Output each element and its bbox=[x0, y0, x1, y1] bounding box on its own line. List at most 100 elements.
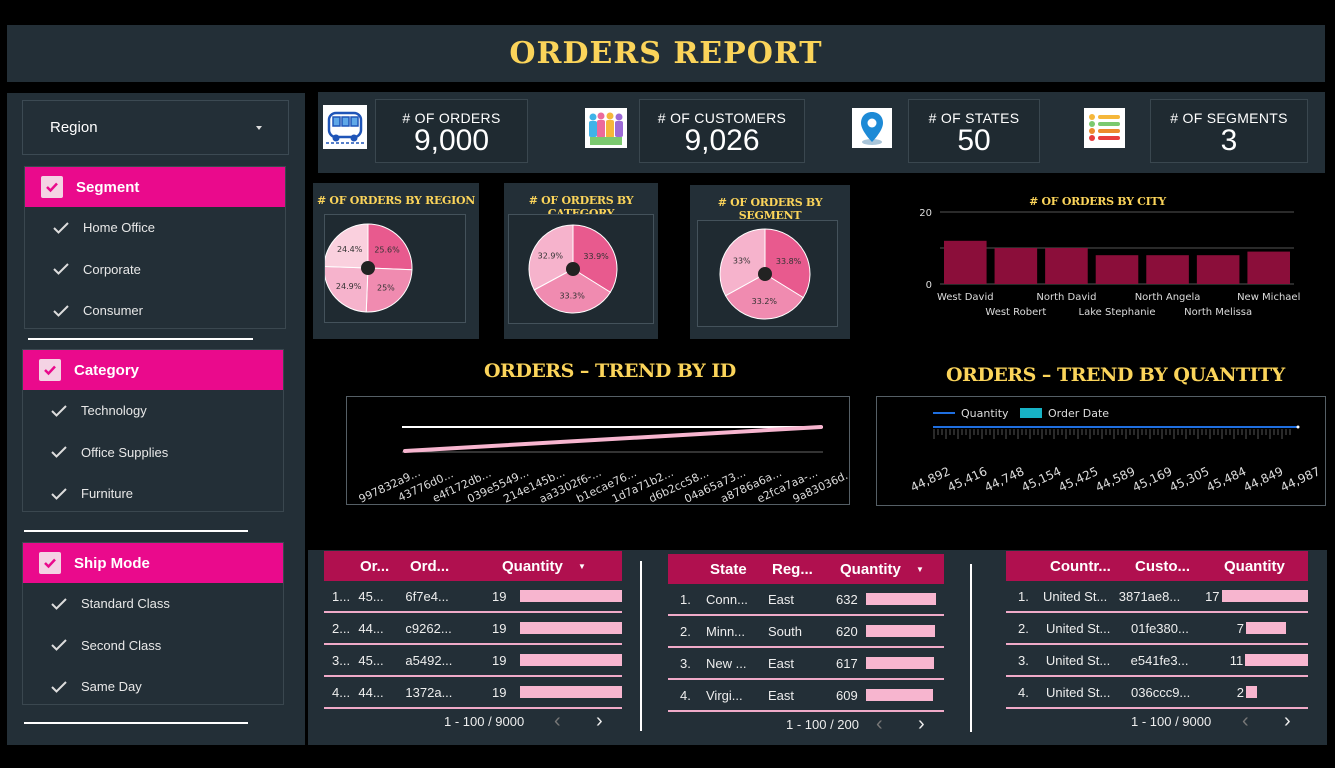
quantity-value: 19 bbox=[492, 684, 507, 700]
pie-center-dot bbox=[566, 262, 580, 276]
y-tick-label: 20 bbox=[919, 208, 932, 219]
filter-option-furniture[interactable]: Furniture bbox=[23, 473, 283, 515]
chevron-left-icon[interactable]: ‹ bbox=[1242, 710, 1249, 733]
table-header: Or... Ord... Quantity ▼ bbox=[324, 551, 622, 581]
column-header[interactable]: Quantity bbox=[1224, 558, 1304, 575]
filter-option-corporate[interactable]: Corporate bbox=[25, 249, 285, 291]
quantity-bar bbox=[866, 625, 935, 637]
trend-quantity-svg: Quantity Order Date44,89245,41644,74845,1… bbox=[908, 407, 1322, 495]
column-header[interactable]: Countr... bbox=[1050, 558, 1135, 575]
table-row[interactable]: 4. United St... 036ccc9... 2 bbox=[1006, 677, 1308, 709]
table-row[interactable]: 1... 45... 6f7e4... 19 bbox=[324, 581, 623, 613]
column-header[interactable]: Reg... bbox=[772, 561, 840, 578]
pagination-label: 1 - 100 / 9000 bbox=[1131, 714, 1212, 729]
pie-card-category: # OF ORDERS BY CATEGORY 33.9%33.3%32.9% bbox=[504, 183, 658, 339]
quantity-bar bbox=[866, 689, 933, 701]
column-header[interactable]: Or... bbox=[360, 558, 410, 575]
pie-slice-label: 33.9% bbox=[583, 252, 609, 261]
sort-desc-icon[interactable]: ▼ bbox=[916, 565, 924, 574]
filter-option-standard-class[interactable]: Standard Class bbox=[23, 583, 283, 625]
table-cell: South bbox=[768, 623, 802, 639]
region-dropdown-label: Region bbox=[50, 119, 98, 136]
column-header[interactable]: Ord... bbox=[410, 558, 502, 575]
table-row[interactable]: 2. United St... 01fe380... 7 bbox=[1006, 613, 1308, 645]
checkbox-icon[interactable] bbox=[39, 359, 61, 381]
filter-option-home-office[interactable]: Home Office bbox=[25, 207, 285, 249]
chevron-left-icon[interactable]: ‹ bbox=[554, 710, 561, 733]
pagination-label: 1 - 100 / 200 bbox=[786, 717, 859, 732]
column-header[interactable]: Quantity bbox=[840, 561, 916, 578]
kpi-segments: # OF SEGMENTS 3 bbox=[1150, 99, 1308, 163]
divider bbox=[640, 561, 642, 731]
x-tick-label: 45,305 bbox=[1167, 464, 1211, 494]
checkbox-icon[interactable] bbox=[39, 552, 61, 574]
pie-title: # OF ORDERS BY SEGMENT bbox=[717, 196, 823, 222]
filter-option-technology[interactable]: Technology bbox=[23, 390, 283, 432]
state-table: State Reg... Quantity ▼ 1. Conn... East 632… bbox=[668, 554, 944, 741]
x-tick-label: 44,987 bbox=[1278, 464, 1322, 494]
table-body: 1. Conn... East 632 2. Minn... South 620 3. New .… bbox=[668, 584, 944, 712]
table-row[interactable]: 4... 44... 1372a... 19 bbox=[324, 677, 623, 709]
table-row[interactable]: 2. Minn... South 620 bbox=[668, 616, 944, 648]
chevron-right-icon[interactable]: › bbox=[596, 710, 603, 733]
x-tick-label: North Angela bbox=[1135, 292, 1201, 303]
bar bbox=[1146, 255, 1189, 284]
table-cell: United St... bbox=[1042, 588, 1108, 604]
pie-slice-label: 33.3% bbox=[559, 291, 585, 300]
pie-frame: 25.6% 25% 24.9% 24.4% bbox=[323, 214, 466, 323]
table-row[interactable]: 3. New ... East 617 bbox=[668, 648, 944, 680]
row-index: 4. bbox=[1018, 684, 1029, 700]
quantity-value: 620 bbox=[836, 623, 858, 639]
bar bbox=[1095, 255, 1139, 284]
caret-down-icon[interactable] bbox=[256, 126, 262, 130]
filter-option-consumer[interactable]: Consumer bbox=[25, 290, 285, 332]
table-cell: United St... bbox=[1045, 652, 1111, 668]
check-icon bbox=[51, 598, 67, 610]
check-icon bbox=[53, 263, 69, 276]
pie-slice-label: 25% bbox=[377, 283, 395, 292]
column-header[interactable]: Quantity bbox=[502, 558, 578, 575]
x-tick-label: 45,154 bbox=[1019, 464, 1063, 494]
location-pin-icon bbox=[852, 108, 892, 148]
filter-option-second-class[interactable]: Second Class bbox=[23, 625, 283, 667]
pie-chart-region: 25.6% 25% 24.9% 24.4% bbox=[323, 223, 413, 313]
quantity-value: 7 bbox=[1236, 620, 1244, 636]
legend-label: Order Date bbox=[1048, 407, 1109, 420]
category-filter: Category Technology Office Supplies Furn… bbox=[22, 349, 284, 512]
row-index: 2... bbox=[332, 620, 351, 636]
row-index: 3. bbox=[680, 655, 691, 671]
column-header[interactable]: Custo... bbox=[1135, 558, 1224, 575]
row-index: 2. bbox=[680, 623, 691, 639]
table-row[interactable]: 4. Virgi... East 609 bbox=[668, 680, 944, 712]
x-tick-label: 45,416 bbox=[945, 464, 989, 494]
chevron-right-icon[interactable]: › bbox=[918, 713, 925, 736]
ship-mode-filter-header[interactable]: Ship Mode bbox=[23, 543, 283, 583]
quantity-bar bbox=[520, 622, 623, 634]
row-index: 4... bbox=[332, 684, 351, 700]
segment-filter-header[interactable]: Segment bbox=[25, 167, 285, 207]
chevron-right-icon[interactable]: › bbox=[1284, 710, 1291, 733]
table-row[interactable]: 3... 45... a5492... 19 bbox=[324, 645, 623, 677]
table-cell: 036ccc9... bbox=[1131, 684, 1191, 700]
filter-option-same-day[interactable]: Same Day bbox=[23, 666, 283, 708]
table-cell: Virgi... bbox=[706, 687, 743, 703]
bar bbox=[1045, 248, 1088, 284]
pie-center-dot bbox=[361, 261, 375, 275]
column-header[interactable]: State bbox=[710, 561, 772, 578]
table-cell: East bbox=[768, 655, 795, 671]
row-index: 1. bbox=[1018, 588, 1029, 604]
table-row[interactable]: 3. United St... e541fe3... 11 bbox=[1006, 645, 1308, 677]
region-dropdown[interactable]: Region bbox=[22, 100, 289, 155]
category-filter-header[interactable]: Category bbox=[23, 350, 283, 390]
table-row[interactable]: 1. Conn... East 632 bbox=[668, 584, 944, 616]
filter-option-office-supplies[interactable]: Office Supplies bbox=[23, 432, 283, 474]
table-row[interactable]: 1. United St... 3871ae8... 17 bbox=[1006, 581, 1309, 613]
chevron-left-icon[interactable]: ‹ bbox=[876, 713, 883, 736]
x-tick-label: New Michael bbox=[1237, 292, 1300, 303]
sort-desc-icon[interactable]: ▼ bbox=[578, 562, 586, 571]
table-row[interactable]: 2... 44... c9262... 19 bbox=[324, 613, 623, 645]
table-cell: 44... bbox=[358, 684, 384, 700]
orders-table: Or... Ord... Quantity ▼ 1... 45... 6f7e4..… bbox=[324, 551, 623, 738]
table-cell: 45... bbox=[358, 652, 384, 668]
checkbox-icon[interactable] bbox=[41, 176, 63, 198]
